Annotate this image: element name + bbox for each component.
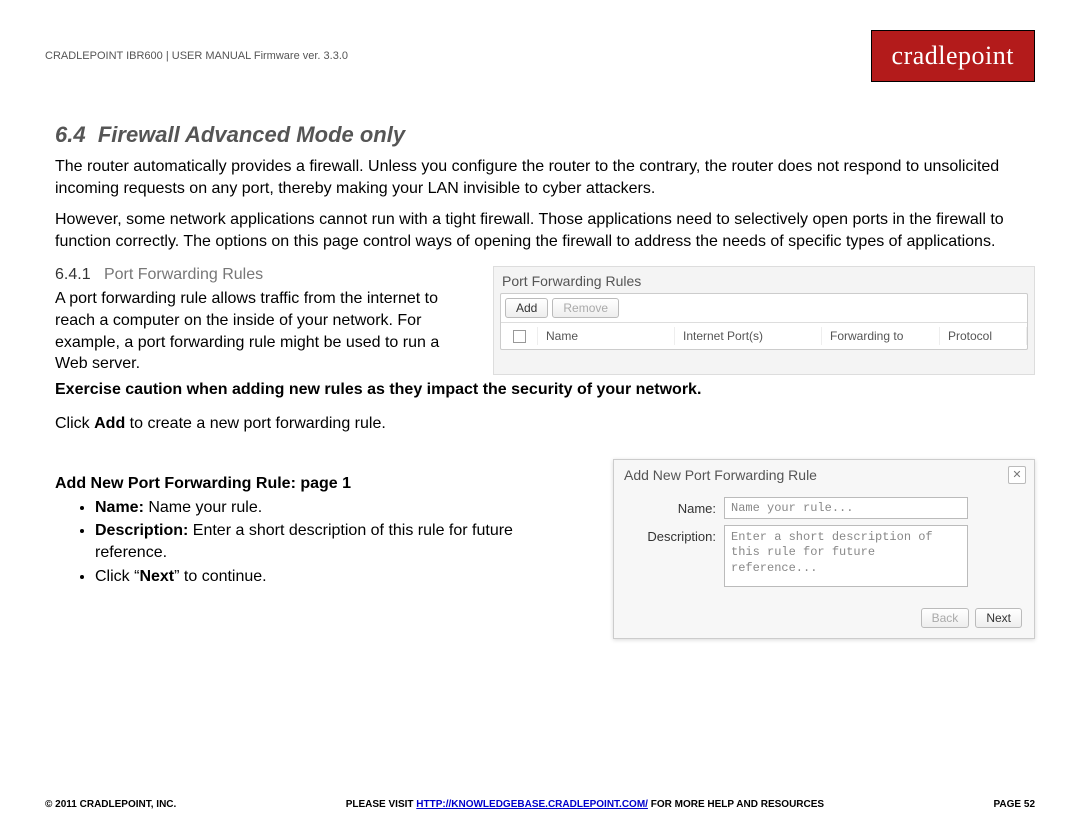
col-protocol: Protocol (940, 327, 1027, 345)
footer-page: PAGE 52 (994, 799, 1036, 810)
section-heading: 6.4 Firewall Advanced Mode only (45, 122, 1035, 148)
footer-copyright: © 2011 CRADLEPOINT, INC. (45, 799, 176, 810)
checkbox-all[interactable] (513, 330, 526, 343)
subsection-para: A port forwarding rule allows traffic fr… (55, 288, 475, 374)
next-button[interactable]: Next (975, 608, 1022, 628)
bullet-name: Name: Name your rule. (95, 497, 583, 519)
widget-title: Port Forwarding Rules (494, 267, 1034, 293)
click-add-text: Click Add to create a new port forwardin… (45, 415, 1035, 433)
section-para-2: However, some network applications canno… (45, 209, 1035, 252)
back-button: Back (921, 608, 970, 628)
caution-text: Exercise caution when adding new rules a… (45, 381, 1035, 399)
remove-button: Remove (552, 298, 619, 318)
document-header: CRADLEPOINT IBR600 | USER MANUAL Firmwar… (45, 30, 348, 62)
col-name: Name (538, 327, 675, 345)
add-rule-dialog: Add New Port Forwarding Rule ✕ Name: Nam… (613, 459, 1035, 639)
port-forwarding-rules-screenshot: Port Forwarding Rules Add Remove Name In… (493, 266, 1035, 374)
footer-link[interactable]: HTTP://KNOWLEDGEBASE.CRADLEPOINT.COM/ (416, 799, 648, 810)
name-input[interactable]: Name your rule... (724, 497, 968, 519)
footer-center: PLEASE VISIT HTTP://KNOWLEDGEBASE.CRADLE… (346, 799, 824, 810)
bullet-next: Click “Next” to continue. (95, 566, 583, 588)
col-internet-ports: Internet Port(s) (675, 327, 822, 345)
cradlepoint-logo: cradlepoint (871, 30, 1035, 82)
description-label: Description: (626, 525, 724, 544)
table-header-row: Name Internet Port(s) Forwarding to Prot… (501, 323, 1027, 349)
name-label: Name: (626, 497, 724, 516)
close-icon[interactable]: ✕ (1008, 466, 1026, 484)
page1-heading: Add New Port Forwarding Rule: page 1 (45, 475, 583, 493)
description-input[interactable]: Enter a short description of this rule f… (724, 525, 968, 587)
col-forwarding-to: Forwarding to (822, 327, 940, 345)
subsection-heading: 6.4.1 Port Forwarding Rules (55, 266, 475, 284)
section-para-1: The router automatically provides a fire… (45, 156, 1035, 199)
add-button[interactable]: Add (505, 298, 548, 318)
dialog-title: Add New Port Forwarding Rule (624, 467, 817, 483)
bullet-description: Description: Enter a short description o… (95, 520, 583, 563)
